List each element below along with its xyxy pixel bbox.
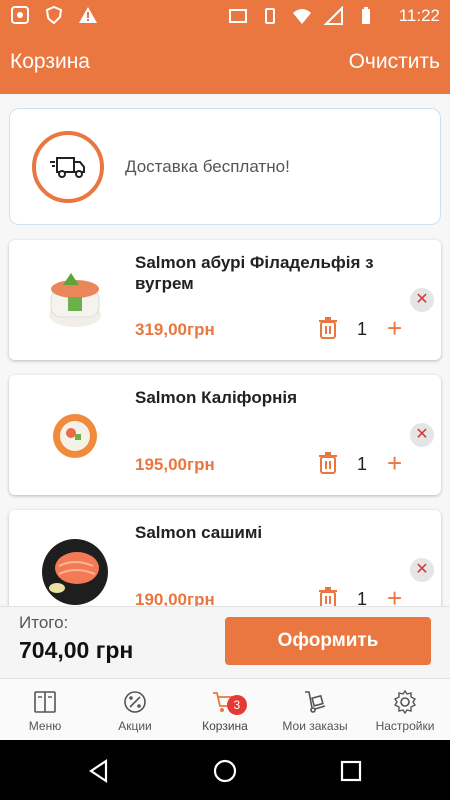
shield-icon (45, 5, 63, 25)
status-bar: 11:22 (0, 0, 450, 30)
app-bar: Корзина Очистить (0, 30, 450, 94)
delivery-truck-icon (50, 157, 85, 178)
page-title: Корзина (10, 50, 90, 73)
nav-item-settings[interactable]: Настройки (360, 679, 450, 740)
product-price: 190,00грн (135, 590, 215, 606)
cart-content[interactable]: Доставка бесплатно! Salmon абурі Філадел… (0, 94, 450, 606)
total-value: 704,00 грн (19, 637, 134, 663)
remove-item-button[interactable]: ✕ (410, 558, 434, 582)
home-icon[interactable] (212, 758, 238, 784)
product-image (19, 397, 131, 473)
remove-item-button[interactable]: ✕ (410, 288, 434, 312)
nav-label: Корзина (202, 719, 248, 733)
cart-count-badge: 3 (226, 695, 247, 715)
delivery-icon-circle (32, 131, 104, 203)
nav-item-orders[interactable]: Мои заказы (270, 679, 360, 740)
trash-icon[interactable] (317, 316, 339, 340)
increase-quantity-button[interactable]: + (387, 449, 402, 477)
menu-book-icon (34, 691, 56, 713)
cast-icon (229, 9, 247, 23)
nav-label: Мои заказы (282, 719, 348, 733)
delivery-info-card: Доставка бесплатно! (9, 108, 441, 225)
product-price: 319,00грн (135, 320, 215, 339)
product-name: Salmon сашимі (135, 523, 263, 542)
product-price: 195,00грн (135, 455, 215, 474)
wifi-icon (293, 9, 311, 24)
dolly-icon (305, 691, 326, 713)
product-image (19, 262, 131, 338)
product-image (19, 532, 131, 606)
total-label: Итого: (19, 613, 69, 632)
nav-label: Меню (28, 719, 62, 733)
cart-item: Salmon сашимі 190,00грн 1 + ✕ (9, 510, 441, 606)
system-navigation-bar (0, 740, 450, 800)
nav-label: Акции (118, 719, 152, 733)
gear-icon (393, 689, 417, 715)
recents-icon[interactable] (338, 758, 364, 784)
trash-icon[interactable] (317, 451, 339, 475)
increase-quantity-button[interactable]: + (387, 584, 402, 606)
status-time: 11:22 (398, 6, 440, 25)
nav-item-cart[interactable]: 3 Корзина (180, 679, 270, 740)
nav-item-promotions[interactable]: Акции (90, 679, 180, 740)
bottom-navigation: Меню Акции 3 Корзина Мои заказы Настройк… (0, 678, 450, 740)
increase-quantity-button[interactable]: + (387, 314, 402, 342)
nav-label: Настройки (375, 719, 435, 733)
trash-icon[interactable] (317, 586, 339, 606)
product-name: Salmon Каліфорнія (135, 388, 298, 407)
quantity-value: 1 (357, 589, 368, 606)
signal-icon (324, 6, 343, 25)
total-bar: Итого: 704,00 грн Оформить (0, 606, 450, 678)
quantity-value: 1 (357, 454, 368, 474)
delivery-text: Доставка бесплатно! (125, 157, 290, 176)
cart-item: Salmon Каліфорнія 195,00грн 1 + ✕ (9, 375, 441, 495)
nav-item-menu[interactable]: Меню (0, 679, 90, 740)
checkout-button[interactable]: Оформить (225, 617, 431, 665)
clear-cart-button[interactable]: Очистить (349, 50, 440, 74)
warning-icon (79, 7, 97, 23)
product-name: Salmon абурі Філадельфія з вугрем (135, 253, 374, 293)
remove-item-button[interactable]: ✕ (410, 423, 434, 447)
battery-icon (362, 7, 370, 24)
screenshot-icon (11, 6, 29, 24)
back-icon[interactable] (86, 758, 112, 784)
quantity-value: 1 (357, 319, 368, 339)
vibrate-icon (265, 8, 275, 24)
percent-badge-icon (124, 691, 146, 713)
cart-item: Salmon абурі Філадельфія з вугрем 319,00… (9, 240, 441, 360)
